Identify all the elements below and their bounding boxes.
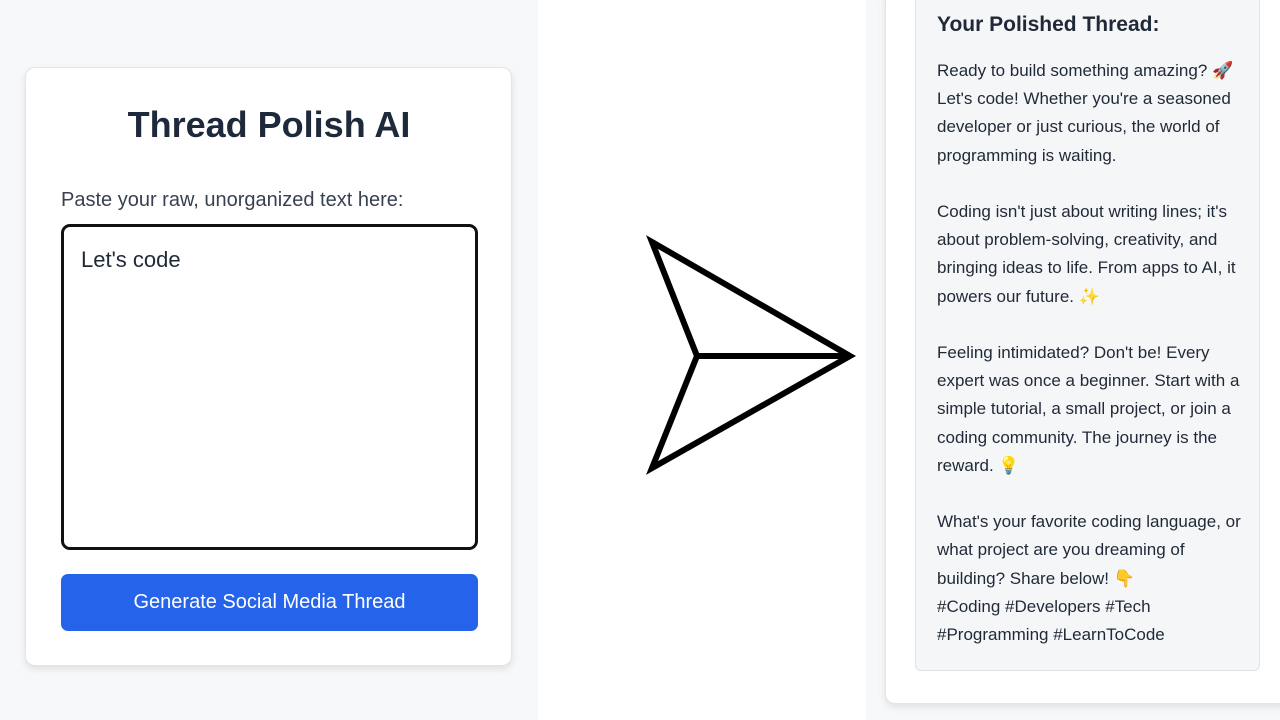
raw-text-label: Paste your raw, unorganized text here: [61,189,404,211]
thread-hashtags: #Coding #Developers #Tech #Programming #… [937,596,1165,645]
generate-thread-button[interactable]: Generate Social Media Thread [61,574,478,631]
thread-paragraph: What's your favorite coding language, or… [937,512,1241,588]
raw-text-input[interactable] [61,224,478,550]
send-arrow-icon [646,235,857,475]
thread-paragraph: Ready to build something amazing? 🚀 Let'… [937,61,1234,165]
output-title: Your Polished Thread: [937,13,1160,36]
thread-paragraph: Coding isn't just about writing lines; i… [937,202,1236,306]
app-title: Thread Polish AI [127,104,411,145]
polished-thread-output: Ready to build something amazing? 🚀 Let'… [937,57,1247,649]
thread-paragraph: Feeling intimidated? Don't be! Every exp… [937,343,1240,475]
